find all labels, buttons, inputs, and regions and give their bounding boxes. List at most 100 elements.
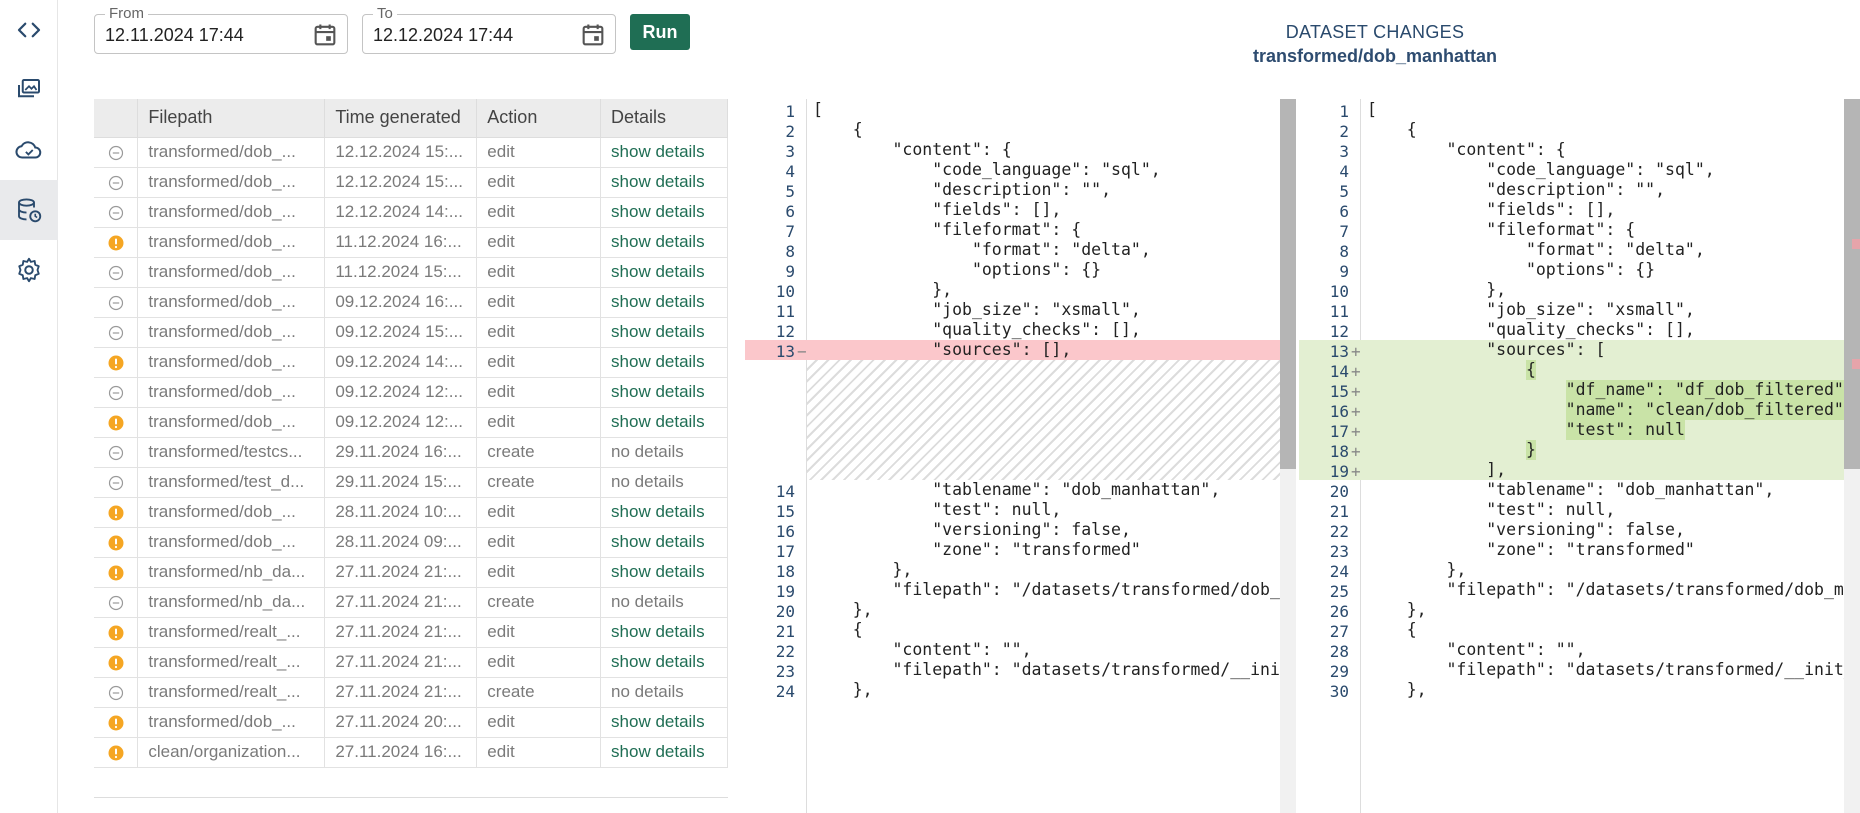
details-cell: show details [600, 347, 728, 378]
show-details-link[interactable]: show details [611, 352, 705, 371]
show-details-link[interactable]: show details [611, 412, 705, 431]
details-cell: no details [600, 437, 728, 468]
history-table-body: transformed/dob_... 12.12.2024 15:... edit… [94, 137, 728, 768]
show-details-link[interactable]: show details [611, 382, 705, 401]
table-row[interactable]: transformed/testcs... 29.11.2024 16:... cr… [94, 437, 728, 468]
table-row[interactable]: transformed/dob_... 11.12.2024 16:... edit… [94, 227, 728, 258]
table-row[interactable]: transformed/dob_... 09.12.2024 14:... edit… [94, 347, 728, 378]
show-details-link[interactable]: show details [611, 532, 705, 551]
status-cell [94, 227, 139, 258]
table-row[interactable]: transformed/nb_da... 27.11.2024 21:... edi… [94, 557, 728, 588]
code-line: "test": null [1367, 420, 1685, 439]
no-details-text: no details [611, 472, 684, 491]
show-details-link[interactable]: show details [611, 502, 705, 521]
scrollbar-track[interactable] [1280, 99, 1296, 813]
scrollbar-track[interactable] [1844, 99, 1860, 813]
table-row[interactable]: transformed/realt_... 27.11.2024 21:... ed… [94, 617, 728, 648]
column-header-details[interactable]: Details [600, 99, 728, 138]
line-number: 30 [1329, 682, 1349, 701]
show-details-link[interactable]: show details [611, 262, 705, 281]
code-line: }, [813, 680, 873, 699]
show-details-link[interactable]: show details [611, 622, 705, 641]
code-line: "format": "delta", [1367, 240, 1705, 259]
rail-item-code[interactable] [0, 0, 58, 60]
column-header-time[interactable]: Time generated [324, 99, 478, 138]
table-row[interactable]: transformed/realt_... 27.11.2024 21:... cr… [94, 677, 728, 708]
table-row[interactable]: transformed/dob_... 09.12.2024 12:... edit… [94, 377, 728, 408]
calendar-icon[interactable] [311, 21, 339, 49]
code-line: { [1367, 120, 1417, 139]
status-cell [94, 317, 139, 348]
diff-pane-modified[interactable]: 1 2 3 4 5 6 7 8 9 10 11 12 +13 +14 +15 +16 +17 +18 +19 20 21… [1299, 99, 1860, 813]
filepath-cell: clean/organization... [137, 737, 326, 768]
calendar-icon[interactable] [579, 21, 607, 49]
show-details-link[interactable]: show details [611, 292, 705, 311]
page-title-heading: DATASET CHANGES [1285, 22, 1465, 42]
show-details-link[interactable]: show details [611, 652, 705, 671]
minus-circle-icon [108, 325, 123, 340]
run-button[interactable]: Run [630, 14, 690, 50]
table-header-row: Filepath Time generated Action Details [94, 99, 728, 138]
line-number: 13 [775, 342, 795, 361]
column-header-action[interactable]: Action [476, 99, 602, 138]
code-line: [ [1367, 100, 1377, 119]
status-cell [94, 347, 139, 378]
show-details-link[interactable]: show details [611, 232, 705, 251]
table-row[interactable]: transformed/dob_... 28.11.2024 10:... edit… [94, 497, 728, 528]
from-date-field[interactable]: From 12.11.2024 17:44 [94, 6, 348, 54]
filepath-cell: transformed/dob_... [137, 137, 326, 168]
status-cell [94, 707, 139, 738]
details-cell: show details [600, 647, 728, 678]
rail-item-cloud[interactable] [0, 120, 58, 180]
filepath-cell: transformed/realt_... [137, 617, 326, 648]
time-cell: 27.11.2024 16:... [324, 737, 478, 768]
table-row[interactable]: clean/organization... 27.11.2024 16:... ed… [94, 737, 728, 768]
details-cell: show details [600, 137, 728, 168]
warning-icon [108, 415, 124, 431]
from-date-value[interactable]: 12.11.2024 17:44 [105, 25, 244, 46]
code-line: [ [813, 100, 823, 119]
table-row[interactable]: transformed/dob_... 28.11.2024 09:... edit… [94, 527, 728, 558]
table-row[interactable]: transformed/dob_... 12.12.2024 14:... edit… [94, 197, 728, 228]
diff-pane-original[interactable]: 1 2 3 4 5 6 7 8 9 10 11 12−13 14 15 16 17 18 19 20 21 22 23 24… [745, 99, 1296, 813]
action-cell: edit [476, 527, 602, 558]
table-row[interactable]: transformed/realt_... 27.11.2024 21:... ed… [94, 647, 728, 678]
show-details-link[interactable]: show details [611, 172, 705, 191]
table-row[interactable]: transformed/dob_... 09.12.2024 16:... edit… [94, 287, 728, 318]
show-details-link[interactable]: show details [611, 562, 705, 581]
table-row[interactable]: transformed/test_d... 29.11.2024 15:... cr… [94, 467, 728, 498]
minus-circle-icon [108, 295, 123, 310]
show-details-link[interactable]: show details [611, 742, 705, 761]
rail-item-settings[interactable] [0, 240, 58, 300]
scrollbar-thumb[interactable] [1844, 99, 1860, 469]
table-row[interactable]: transformed/dob_... 12.12.2024 15:... edit… [94, 167, 728, 198]
deletion-marker: − [797, 342, 807, 361]
action-cell: edit [476, 317, 602, 348]
scrollbar-thumb[interactable] [1280, 99, 1296, 469]
table-row[interactable]: transformed/dob_... 11.12.2024 15:... edit… [94, 257, 728, 288]
code-line: "zone": "transformed" [813, 540, 1141, 559]
status-cell [94, 137, 139, 168]
to-date-field[interactable]: To 12.12.2024 17:44 [362, 6, 616, 54]
gallery-icon [18, 79, 40, 98]
action-cell: edit [476, 197, 602, 228]
to-date-value[interactable]: 12.12.2024 17:44 [373, 25, 513, 46]
action-cell: edit [476, 737, 602, 768]
rail-item-gallery[interactable] [0, 60, 58, 120]
table-row[interactable]: transformed/nb_da... 27.11.2024 21:... cre… [94, 587, 728, 618]
table-row[interactable]: transformed/dob_... 09.12.2024 15:... edit… [94, 317, 728, 348]
table-row[interactable]: transformed/dob_... 09.12.2024 12:... edit… [94, 407, 728, 438]
code-line: }, [813, 560, 913, 579]
show-details-link[interactable]: show details [611, 712, 705, 731]
overview-deletion-marker [1852, 359, 1860, 369]
filepath-cell: transformed/dob_... [137, 497, 326, 528]
rail-item-dataset-history[interactable] [0, 180, 58, 240]
show-details-link[interactable]: show details [611, 202, 705, 221]
diff-gap-placeholder [807, 360, 1296, 480]
show-details-link[interactable]: show details [611, 322, 705, 341]
table-row[interactable]: transformed/dob_... 12.12.2024 15:... edit… [94, 137, 728, 168]
column-header-filepath[interactable]: Filepath [137, 99, 326, 138]
filter-bar: From 12.11.2024 17:44 To 12.12.2024 17:4… [58, 0, 1860, 70]
table-row[interactable]: transformed/dob_... 27.11.2024 20:... edit… [94, 707, 728, 738]
show-details-link[interactable]: show details [611, 142, 705, 161]
